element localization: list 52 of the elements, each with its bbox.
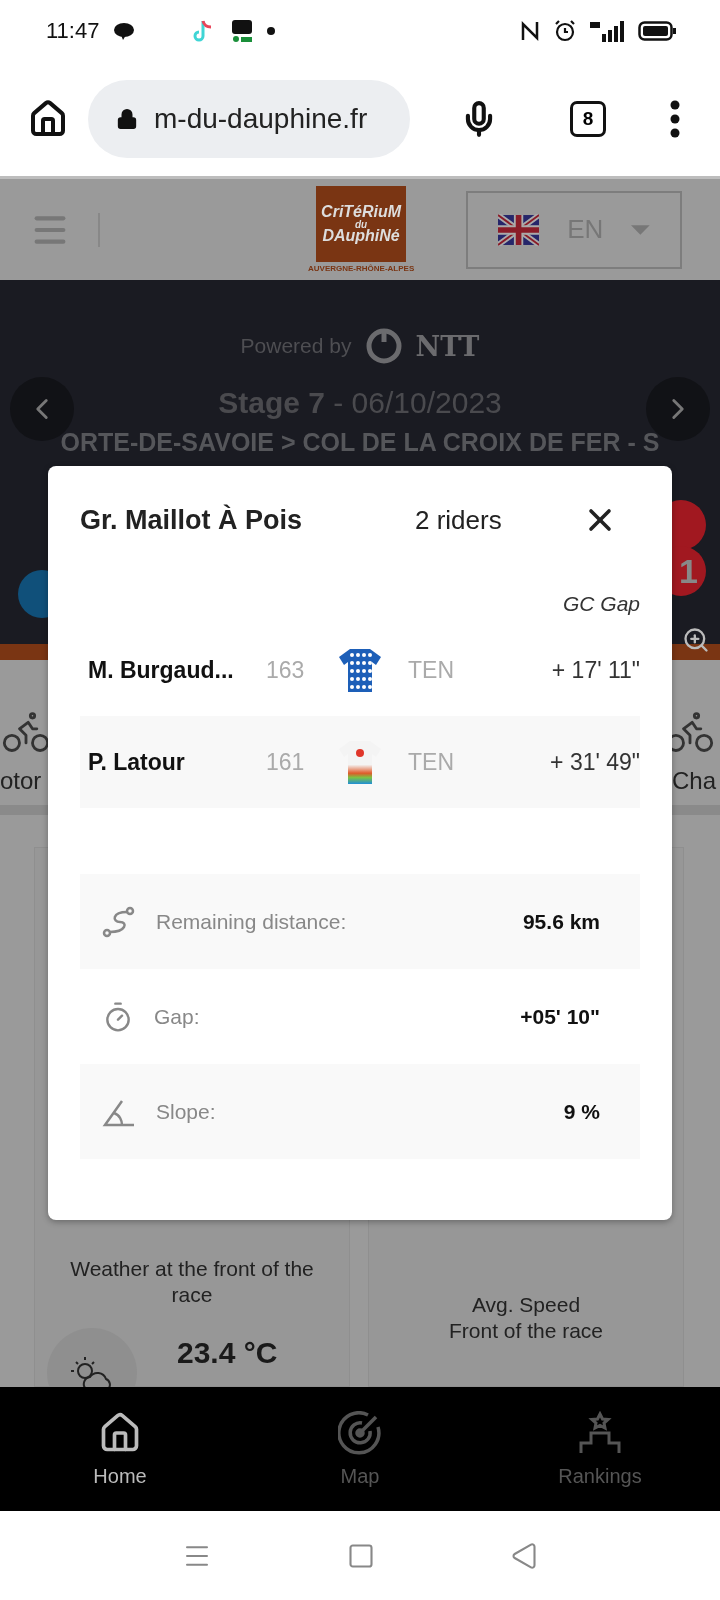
address-bar[interactable]: m-du-dauphine.fr xyxy=(88,80,410,158)
rider-count: 2 riders xyxy=(415,504,502,536)
nfc-icon xyxy=(520,20,540,42)
stat-label: Remaining distance: xyxy=(156,909,347,934)
stat-value: +05' 10" xyxy=(520,1004,600,1029)
alarm-icon xyxy=(554,20,576,42)
nav-tab[interactable]: Home xyxy=(0,1387,240,1511)
dot-icon xyxy=(267,27,276,35)
temperature-value: 23.4 °C xyxy=(177,1336,278,1370)
stat-label: Slope: xyxy=(156,1099,216,1124)
team-code: TEN xyxy=(408,656,454,684)
tab-count-button[interactable]: 8 xyxy=(570,101,606,137)
gc-gap: + 17' 11" xyxy=(551,656,640,684)
podium-icon xyxy=(578,1410,622,1455)
carousel-label[interactable]: Cha xyxy=(671,767,716,795)
team-code: TEN xyxy=(408,748,454,776)
rider-number: 161 xyxy=(266,748,306,776)
more-icon[interactable] xyxy=(670,100,680,138)
carousel-label[interactable]: otor xyxy=(0,767,42,795)
chat-icon xyxy=(113,22,136,40)
caret-icon xyxy=(631,224,650,235)
route-icon xyxy=(102,905,136,938)
stat-value: 9 % xyxy=(563,1099,600,1124)
battery-icon xyxy=(638,21,676,41)
nav-tab[interactable]: Map xyxy=(240,1387,480,1511)
zoom-in-icon[interactable] xyxy=(682,626,710,654)
stat-value: 95.6 km xyxy=(522,909,600,934)
rider-name: M. Burgaud... xyxy=(88,656,235,684)
app-icon xyxy=(231,18,254,44)
sponsor-logo-icon xyxy=(365,328,402,364)
lock-icon xyxy=(116,108,138,130)
sponsor-name: NTT xyxy=(415,330,480,362)
home-square-icon[interactable] xyxy=(347,1541,375,1570)
gc-gap: + 31' 49" xyxy=(550,748,640,776)
card-title: Avg. Speed Front of the race xyxy=(448,1291,604,1344)
stat-label: Gap: xyxy=(154,1004,200,1029)
url-text: m-du-dauphine.fr xyxy=(154,103,368,135)
flag-icon xyxy=(498,213,540,246)
radar-icon xyxy=(338,1410,382,1455)
column-header: GC Gap xyxy=(562,592,640,616)
status-time: 11:47 xyxy=(46,18,100,44)
jersey-icon xyxy=(338,647,382,693)
card-title: Weather at the front of the race xyxy=(69,1255,315,1308)
route-title: ORTE-DE-SAVOIE > COL DE LA CROIX DE FER - S xyxy=(60,428,660,457)
dialog-title: Gr. Maillot À Pois xyxy=(80,504,304,536)
rider-row[interactable]: P. Latour 161 TEN + 31' 49" xyxy=(80,716,640,808)
rider-number: 163 xyxy=(266,656,306,684)
back-icon[interactable] xyxy=(510,1541,538,1570)
home-icon[interactable] xyxy=(28,99,68,139)
rider-name: P. Latour xyxy=(88,748,186,776)
signal-icon xyxy=(590,20,624,42)
logo: CriTéRiuM du DAuphiNé AUVERGNE-RHÔNE-ALPES xyxy=(308,186,415,273)
